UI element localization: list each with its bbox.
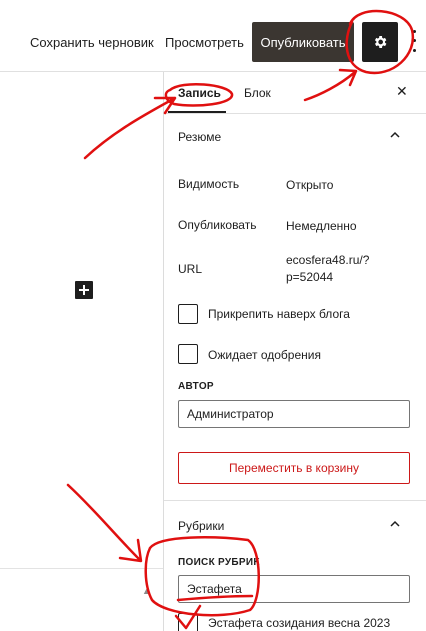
- pending-review-label: Ожидает одобрения: [208, 348, 321, 362]
- chevron-up-icon[interactable]: [390, 519, 400, 529]
- scroll-up-icon[interactable]: ▲: [142, 586, 151, 596]
- add-block-button[interactable]: [75, 281, 93, 299]
- publish-time-label: Опубликовать: [178, 218, 257, 232]
- plus-icon: [79, 285, 89, 295]
- publish-time-value[interactable]: Немедленно: [286, 218, 357, 235]
- stick-to-top-checkbox[interactable]: [178, 304, 198, 324]
- stick-to-top-label: Прикрепить наверх блога: [208, 307, 350, 321]
- move-to-trash-button[interactable]: Переместить в корзину: [178, 452, 410, 484]
- settings-sidebar: Запись Блок ✕ Резюме Видимость Открыто О…: [164, 72, 426, 631]
- annotation-arrow-tab: [83, 96, 177, 160]
- tab-post[interactable]: Запись: [178, 86, 221, 100]
- preview-button[interactable]: Просмотреть: [165, 35, 244, 50]
- url-label: URL: [178, 262, 203, 276]
- summary-panel-title[interactable]: Резюме: [178, 130, 221, 144]
- sidebar-tabs: Запись Блок ✕: [164, 72, 426, 114]
- author-label: АВТОР: [178, 381, 214, 392]
- more-vertical-icon: [412, 30, 416, 34]
- category-search-input[interactable]: Эстафета: [178, 575, 410, 603]
- visibility-value[interactable]: Открыто: [286, 177, 333, 194]
- panel-separator: [164, 500, 426, 501]
- category-search-label: ПОИСК РУБРИК: [178, 557, 260, 568]
- close-icon[interactable]: ✕: [396, 83, 408, 100]
- annotation-arrow-search: [66, 483, 143, 563]
- tab-active-indicator: [168, 111, 226, 113]
- tab-block[interactable]: Блок: [244, 86, 271, 100]
- save-draft-button[interactable]: Сохранить черновик: [30, 35, 154, 50]
- categories-panel-title[interactable]: Рубрики: [178, 519, 224, 533]
- author-select[interactable]: Администратор: [178, 400, 410, 428]
- settings-button[interactable]: [362, 22, 398, 62]
- publish-button[interactable]: Опубликовать: [252, 22, 354, 62]
- gear-icon: [374, 36, 387, 48]
- editor-footer-line: [0, 568, 163, 569]
- chevron-up-icon[interactable]: [390, 130, 400, 140]
- category-checkbox[interactable]: [178, 613, 198, 631]
- pending-review-checkbox[interactable]: [178, 344, 198, 364]
- editor-toolbar: Сохранить черновик Просмотреть Опубликов…: [0, 0, 426, 72]
- category-result-label: Эстафета созидания весна 2023: [208, 616, 391, 630]
- visibility-label: Видимость: [178, 177, 240, 191]
- url-value[interactable]: ecosfera48.ru/? p=52044: [286, 252, 369, 286]
- more-options-button[interactable]: [412, 27, 416, 55]
